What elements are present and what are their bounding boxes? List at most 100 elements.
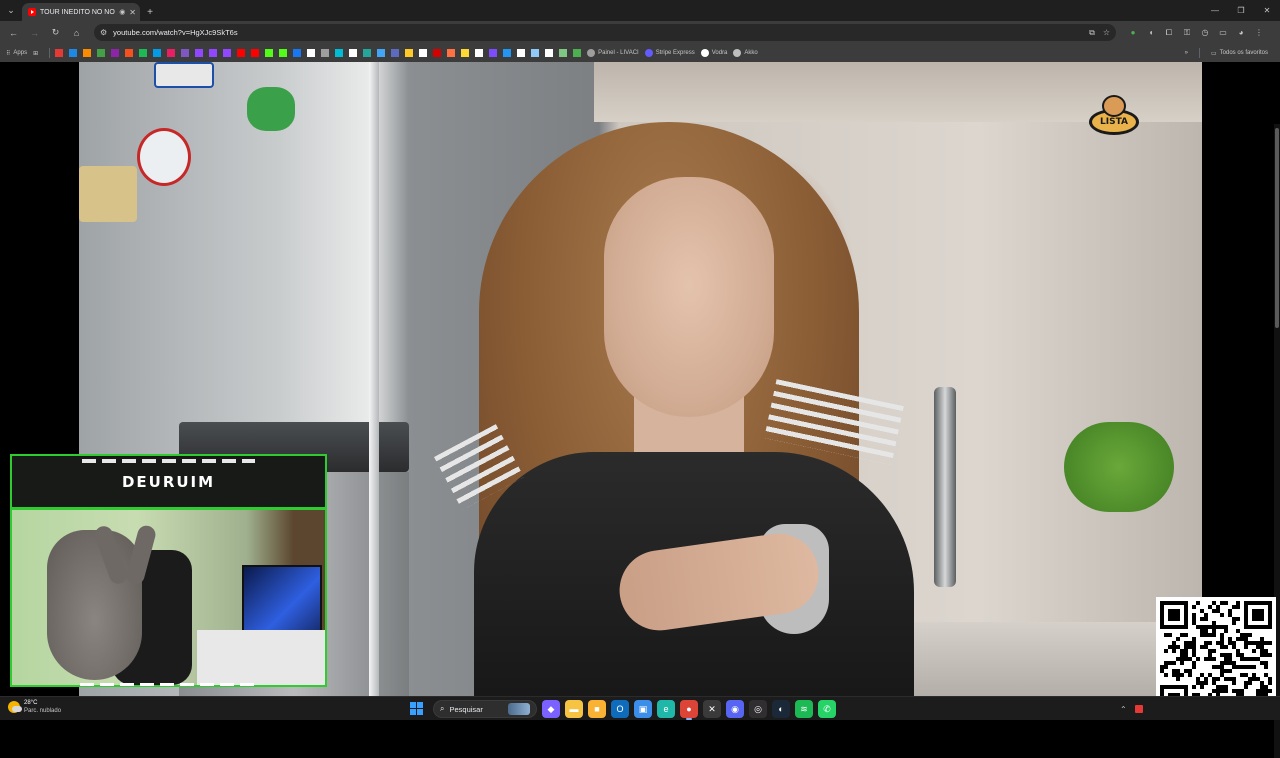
- all-bookmarks-button[interactable]: ▭ Todos os favoritos: [1211, 50, 1268, 57]
- streamer-name: DEURUIM: [121, 472, 216, 491]
- audio-playing-icon[interactable]: ◉: [119, 8, 125, 16]
- tray-app-icon[interactable]: [1134, 705, 1143, 713]
- bookmark-favicon-icon[interactable]: [517, 49, 526, 57]
- install-app-icon[interactable]: ⧉: [1089, 28, 1095, 38]
- reload-icon: ↻: [51, 27, 60, 37]
- extension-toggle-icon[interactable]: ◖: [1144, 26, 1158, 40]
- bookmark-favicon-icon[interactable]: [447, 49, 456, 57]
- tab-strip: ⌄ TOUR INÉDITO NO NOVO AP ◉ ✕ + — ❐ ✕: [0, 0, 1280, 21]
- webcam-desk: [197, 630, 325, 685]
- bookmark-favicon-icon[interactable]: [531, 49, 540, 57]
- extensions-puzzle-icon[interactable]: ⧠: [1162, 26, 1176, 40]
- system-tray: ⌃: [1120, 697, 1143, 721]
- bookmark-favicon-icon[interactable]: [209, 49, 218, 57]
- folder-icon[interactable]: ■: [588, 700, 606, 718]
- bookmark-item[interactable]: Vodra: [700, 49, 727, 57]
- chevron-right-icon[interactable]: »: [1185, 50, 1188, 56]
- bookmark-favicon-icon[interactable]: [489, 49, 498, 57]
- bookmark-favicon-icon[interactable]: [83, 49, 92, 57]
- youtube-icon: [28, 8, 36, 16]
- bookmark-favicon-icon[interactable]: [69, 49, 78, 57]
- bookmark-favicon-icon[interactable]: [195, 49, 204, 57]
- edge-icon[interactable]: e: [657, 700, 675, 718]
- address-bar[interactable]: ⚙ youtube.com/watch?v=HgXJc9SkT6s ⧉ ☆: [94, 24, 1116, 41]
- restore-icon[interactable]: ❐: [1228, 0, 1254, 21]
- bookmark-favicon-icon[interactable]: [167, 49, 176, 57]
- bookmark-favicon-icon[interactable]: [153, 49, 162, 57]
- reload-button[interactable]: ↻: [46, 23, 65, 42]
- close-window-icon[interactable]: ✕: [1254, 0, 1280, 21]
- bookmark-item[interactable]: Stripe Express: [644, 49, 695, 57]
- bookmark-star-icon[interactable]: ☆: [1103, 28, 1110, 38]
- tab-groups-icon[interactable]: ⊞: [33, 50, 38, 57]
- bookmark-item[interactable]: Painel - LIVACI: [587, 49, 639, 57]
- store-icon[interactable]: ▣: [634, 700, 652, 718]
- extension-green-icon[interactable]: ●: [1126, 26, 1140, 40]
- bookmark-favicon-icon[interactable]: [559, 49, 568, 57]
- bookmark-favicon-icon[interactable]: [181, 49, 190, 57]
- bookmark-favicon-icon[interactable]: [265, 49, 274, 57]
- taskbar-search[interactable]: ⌕ Pesquisar: [433, 700, 537, 718]
- partly-cloudy-icon: [8, 701, 22, 713]
- whatsapp-icon[interactable]: ✆: [818, 700, 836, 718]
- bookmark-favicon-icon[interactable]: [391, 49, 400, 57]
- password-key-icon[interactable]: ⚿: [1180, 26, 1194, 40]
- scrollbar-thumb[interactable]: [1275, 128, 1279, 328]
- home-button[interactable]: ⌂: [67, 23, 86, 42]
- chrome-icon[interactable]: ●: [680, 700, 698, 720]
- bookmark-favicon-icon[interactable]: [97, 49, 106, 57]
- tab-active[interactable]: TOUR INÉDITO NO NOVO AP ◉ ✕: [22, 3, 140, 21]
- new-tab-button[interactable]: +: [140, 3, 160, 21]
- bookmark-favicon-icon[interactable]: [279, 49, 288, 57]
- bookmark-favicon-icon[interactable]: [321, 49, 330, 57]
- discord-icon[interactable]: ◉: [726, 700, 744, 718]
- minimize-icon[interactable]: —: [1202, 0, 1228, 21]
- menu-kebab-icon[interactable]: ⋮: [1252, 26, 1266, 40]
- bookmark-favicon-icon[interactable]: [55, 49, 64, 57]
- close-icon[interactable]: ✕: [129, 8, 136, 17]
- bookmark-favicon-icon[interactable]: [377, 49, 386, 57]
- forward-button[interactable]: →: [25, 23, 44, 42]
- bookmark-favicon-icon[interactable]: [433, 49, 442, 57]
- bookmark-favicon-icon[interactable]: [251, 49, 260, 57]
- bookmark-favicon-icon[interactable]: [349, 49, 358, 57]
- address-url[interactable]: youtube.com/watch?v=HgXJc9SkT6s: [113, 28, 1083, 37]
- bookmark-favicon-icon[interactable]: [405, 49, 414, 57]
- bookmark-favicon-icon[interactable]: [293, 49, 302, 57]
- code-icon[interactable]: ✕: [703, 700, 721, 718]
- bookmark-favicon-icon[interactable]: [503, 49, 512, 57]
- copilot-icon[interactable]: ◆: [542, 700, 560, 718]
- steam-icon[interactable]: ◐: [772, 700, 790, 718]
- bookmark-item[interactable]: Akko: [733, 49, 758, 57]
- bookmark-favicon-icon[interactable]: [363, 49, 372, 57]
- bookmark-favicon-icon[interactable]: [223, 49, 232, 57]
- history-icon[interactable]: ◷: [1198, 26, 1212, 40]
- profile-avatar-icon[interactable]: ◕: [1234, 26, 1248, 40]
- outlook-icon[interactable]: O: [611, 700, 629, 718]
- bookmark-favicon-icon[interactable]: [475, 49, 484, 57]
- site-info-icon[interactable]: ⚙: [100, 28, 107, 37]
- start-button[interactable]: [410, 702, 424, 716]
- bookmark-favicon-icon[interactable]: [125, 49, 134, 57]
- bookmark-labeled-list: Painel - LIVACI Stripe Express Vodra Akko: [587, 49, 764, 57]
- cast-icon[interactable]: ▭: [1216, 26, 1230, 40]
- obs-icon[interactable]: ◎: [749, 700, 767, 718]
- weather-widget[interactable]: 28°C Parc. nublado: [8, 699, 61, 715]
- bookmark-favicon-icon[interactable]: [307, 49, 316, 57]
- bookmark-favicon-icon[interactable]: [335, 49, 344, 57]
- search-highlight-image: [508, 703, 530, 715]
- tray-overflow-chevron-icon[interactable]: ⌃: [1120, 705, 1127, 714]
- file-explorer-icon[interactable]: ▬: [565, 700, 583, 718]
- tab-search-button[interactable]: ⌄: [0, 0, 22, 21]
- bookmark-favicon-icon[interactable]: [237, 49, 246, 57]
- bookmark-favicon-icon[interactable]: [461, 49, 470, 57]
- bookmark-favicon-icon[interactable]: [139, 49, 148, 57]
- bookmark-favicon-icon[interactable]: [573, 49, 582, 57]
- spotify-icon[interactable]: ≋: [795, 700, 813, 718]
- bookmark-apps[interactable]: ⠿ Apps: [6, 50, 27, 57]
- taskbar-center: ⌕ Pesquisar ◆ ▬ ■ O ▣ e ● ✕ ◉ ◎ ◐ ≋ ✆: [410, 697, 836, 721]
- back-button[interactable]: ←: [4, 23, 23, 42]
- bookmark-favicon-icon[interactable]: [545, 49, 554, 57]
- bookmark-favicon-icon[interactable]: [419, 49, 428, 57]
- bookmark-favicon-icon[interactable]: [111, 49, 120, 57]
